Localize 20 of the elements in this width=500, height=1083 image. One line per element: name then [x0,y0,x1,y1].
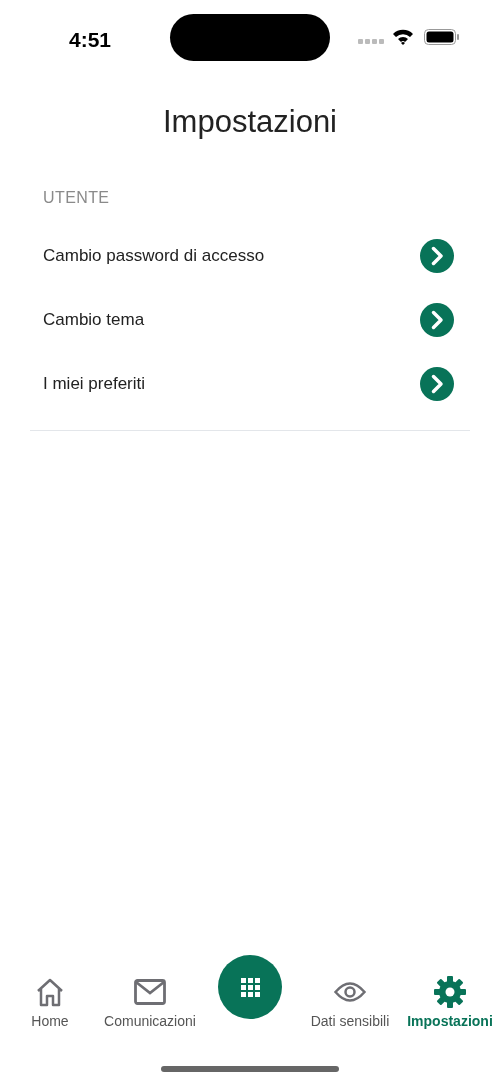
settings-icon [434,976,466,1008]
tab-item[interactable]: Home [31,975,69,1032]
settings-row[interactable]: Cambio password di accesso [30,223,470,288]
mail-icon [134,979,166,1005]
battery-icon [424,29,459,45]
eye-icon [334,981,366,1003]
settings-row[interactable]: I miei preferiti [30,351,470,416]
tab-item[interactable]: Impostazioni [407,975,493,1032]
wifi-icon [392,28,414,45]
signal-icon [358,39,384,44]
tab-item[interactable]: Dati sensibili [310,975,390,1032]
grid-icon [240,977,260,997]
chevron-right-icon [420,302,454,337]
section-header: UTENTE [43,187,111,208]
page-title: Impostazioni [162,103,338,141]
tab-item[interactable]: Comunicazioni [104,975,196,1032]
chevron-right-icon [420,238,454,273]
status-time: 4:51 [69,27,112,53]
chevron-right-icon [420,366,454,401]
settings-row[interactable]: Cambio tema [30,287,470,352]
